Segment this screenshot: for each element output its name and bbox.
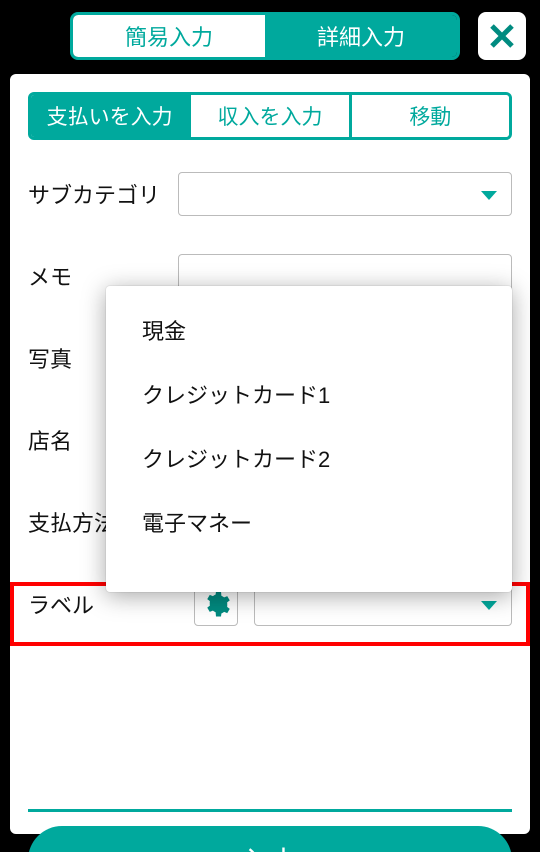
dropdown-item-cash[interactable]: 現金	[106, 298, 512, 362]
dropdown-item-emoney[interactable]: 電子マネー	[106, 490, 512, 554]
input-panel: 支払いを入力 収入を入力 移動 サブカテゴリ メモ 写真 店名 支払方法 ラベル	[10, 74, 530, 834]
dropdown-item-credit1[interactable]: クレジットカード1	[106, 362, 512, 426]
gear-icon	[201, 589, 231, 619]
tab-income[interactable]: 収入を入力	[188, 95, 348, 137]
mode-tab-simple[interactable]: 簡易入力	[73, 15, 265, 57]
subcategory-select[interactable]	[178, 172, 512, 216]
payment-method-dropdown: 現金 クレジットカード1 クレジットカード2 電子マネー	[106, 286, 512, 592]
label-subcategory: サブカテゴリ	[28, 178, 178, 210]
submit-button[interactable]: 入力	[28, 826, 512, 852]
label-label: ラベル	[28, 588, 178, 620]
tab-transfer[interactable]: 移動	[349, 95, 509, 137]
dropdown-item-credit2[interactable]: クレジットカード2	[106, 426, 512, 490]
mode-toggle: 簡易入力 詳細入力	[70, 12, 460, 60]
entry-type-tabs: 支払いを入力 収入を入力 移動	[28, 92, 512, 140]
close-button[interactable]	[478, 12, 526, 60]
mode-tab-detail[interactable]: 詳細入力	[265, 15, 457, 57]
close-icon	[487, 21, 517, 51]
row-subcategory: サブカテゴリ	[28, 168, 512, 220]
tab-expense[interactable]: 支払いを入力	[31, 95, 188, 137]
accent-divider	[28, 809, 512, 812]
